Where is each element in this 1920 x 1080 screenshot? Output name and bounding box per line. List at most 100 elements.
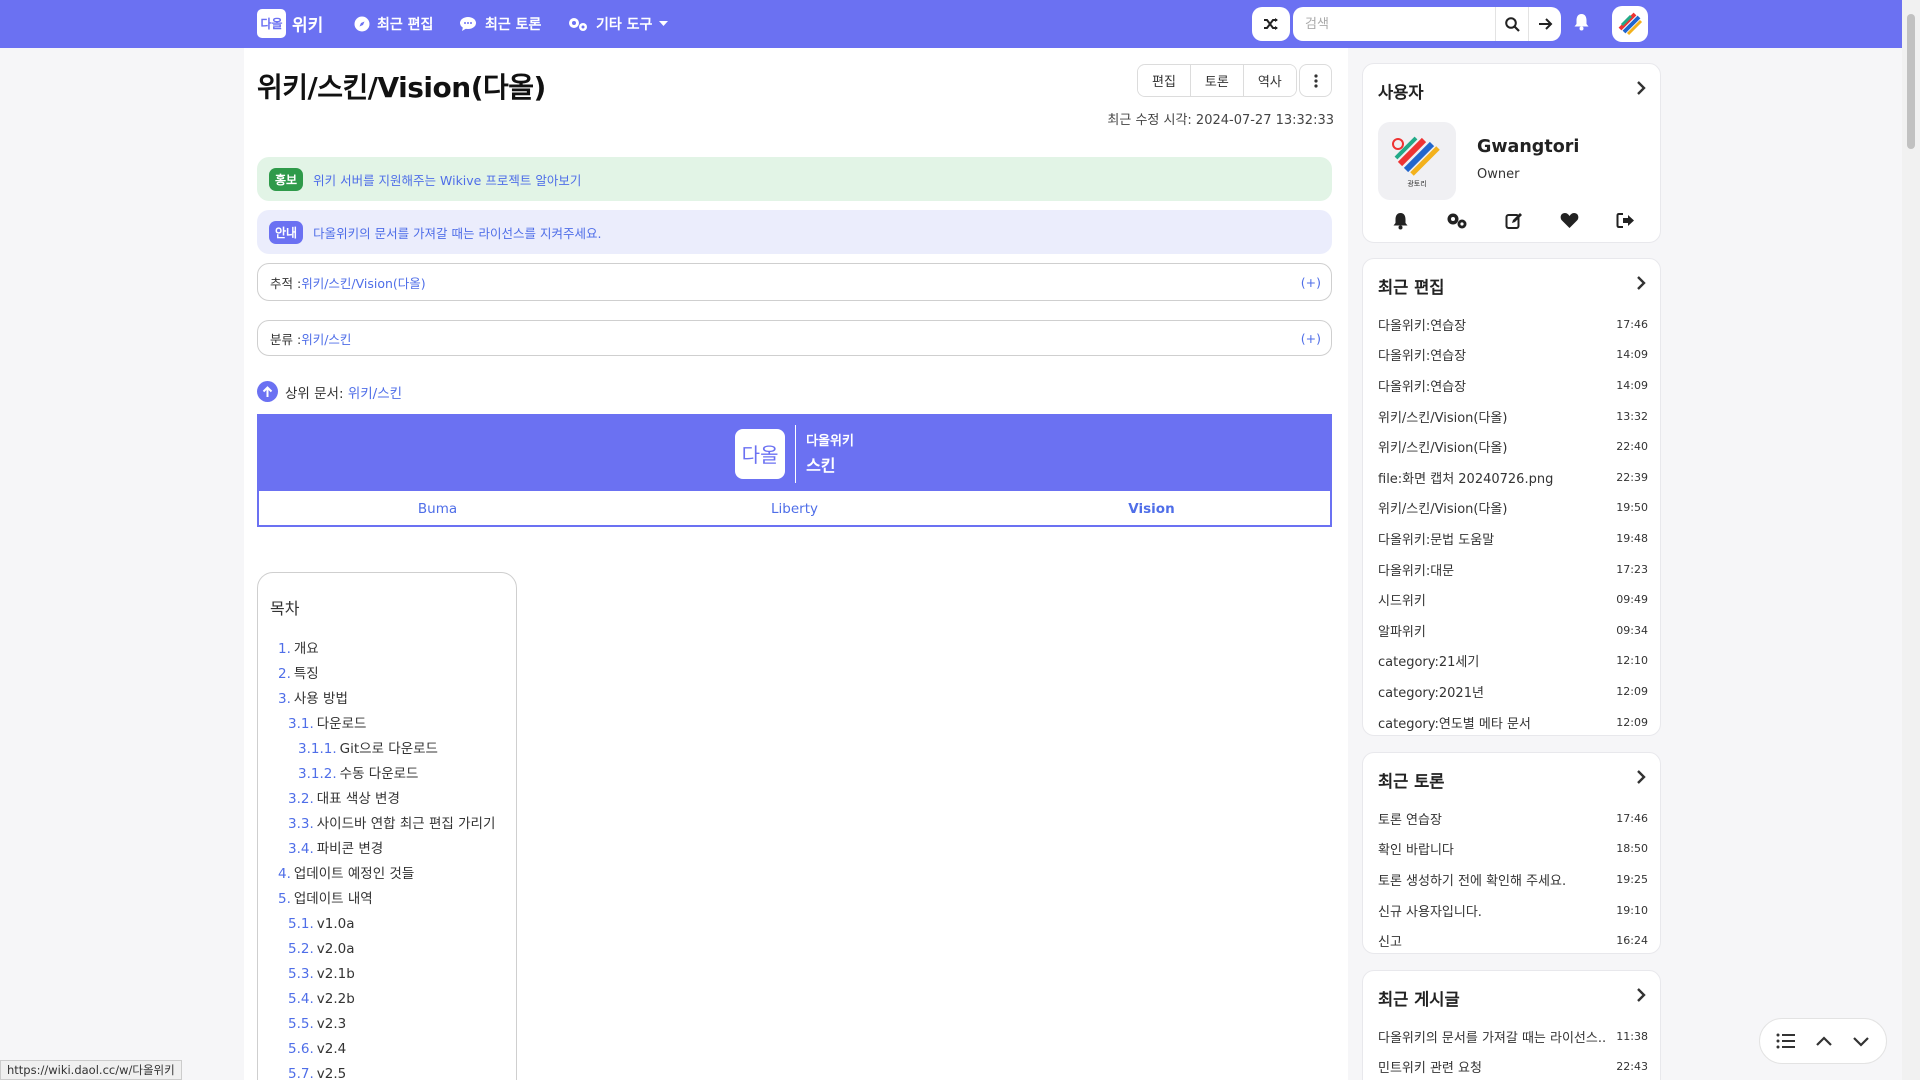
recent-change-item-title[interactable]: 위키/스킨/Vision(다올): [1378, 498, 1507, 517]
toc-item[interactable]: 3.1.2. 수동 다운로드: [270, 762, 504, 787]
chevron-right-icon[interactable]: [1636, 275, 1646, 291]
toc-item-number[interactable]: 5.3.: [288, 966, 314, 982]
toc-item[interactable]: 3. 사용 방법: [270, 687, 504, 712]
promo-link[interactable]: 위키 서버를 지원해주는 Wikive 프로젝트 알아보기: [313, 170, 581, 189]
user-name[interactable]: Gwangtori: [1477, 137, 1579, 157]
recent-discuss-item-title[interactable]: 토론 연습장: [1378, 809, 1442, 828]
toc-item[interactable]: 5.5. v2.3: [270, 1012, 504, 1037]
recent-change-item-title[interactable]: 다올위키:문법 도움말: [1378, 529, 1494, 548]
recent-discuss-item-title[interactable]: 토론 생성하기 전에 확인해 주세요.: [1378, 870, 1566, 889]
recent-change-item-title[interactable]: file:화면 캡처 20240726.png: [1378, 468, 1553, 487]
toc-item-number[interactable]: 3.1.1.: [298, 741, 337, 757]
recent-change-item-title[interactable]: 위키/스킨/Vision(다올): [1378, 437, 1507, 456]
toc-item-number[interactable]: 3.4.: [288, 841, 314, 857]
toc-item[interactable]: 3.4. 파비콘 변경: [270, 837, 504, 862]
toc-item-number[interactable]: 5.7.: [288, 1066, 314, 1080]
recent-change-item[interactable]: 위키/스킨/Vision(다올) 19:50: [1378, 493, 1648, 524]
recent-change-item-title[interactable]: category:연도별 메타 문서: [1378, 713, 1531, 732]
recent-change-item[interactable]: 위키/스킨/Vision(다올) 22:40: [1378, 431, 1648, 462]
toc-item-number[interactable]: 5.6.: [288, 1041, 314, 1057]
toc-item[interactable]: 5. 업데이트 내역: [270, 887, 504, 912]
toc-item-number[interactable]: 3.2.: [288, 791, 314, 807]
toc-item[interactable]: 3.1.1. Git으로 다운로드: [270, 737, 504, 762]
go-button[interactable]: [1528, 7, 1561, 41]
skin-link-liberty[interactable]: Liberty: [616, 491, 973, 527]
recent-change-item[interactable]: 시드위키 09:49: [1378, 584, 1648, 615]
recent-change-item[interactable]: 다올위키:연습장 14:09: [1378, 370, 1648, 401]
recent-change-item-title[interactable]: 위키/스킨/Vision(다올): [1378, 407, 1507, 426]
toc-item[interactable]: 5.6. v2.4: [270, 1037, 504, 1062]
more-options-button[interactable]: [1299, 64, 1332, 97]
toc-item[interactable]: 5.4. v2.2b: [270, 987, 504, 1012]
toc-item-number[interactable]: 5.4.: [288, 991, 314, 1007]
history-button[interactable]: 역사: [1243, 65, 1296, 96]
random-page-button[interactable]: [1252, 7, 1290, 41]
toc-item-number[interactable]: 5.: [278, 891, 291, 907]
toc-item-number[interactable]: 3.1.2.: [298, 766, 337, 782]
recent-discuss-item-title[interactable]: 신고: [1378, 931, 1402, 950]
bell-icon[interactable]: [1392, 212, 1409, 230]
recent-post-item-title[interactable]: 민트위키 관련 요청: [1378, 1057, 1482, 1076]
chevron-down-icon[interactable]: [1852, 1036, 1870, 1047]
recent-change-item-title[interactable]: 다올위키:연습장: [1378, 315, 1466, 334]
scrollbar-thumb[interactable]: [1907, 14, 1915, 149]
recent-change-item[interactable]: 다올위키:대문 17:23: [1378, 554, 1648, 585]
user-avatar[interactable]: 광토리: [1378, 122, 1456, 200]
nav-recent-changes[interactable]: 최근 편집: [354, 14, 433, 34]
nav-tools-dropdown[interactable]: 기타 도구: [567, 14, 669, 34]
recent-discuss-item[interactable]: 확인 바랍니다 18:50: [1378, 834, 1648, 865]
toc-item-number[interactable]: 5.2.: [288, 941, 314, 957]
recent-change-item-title[interactable]: 시드위키: [1378, 590, 1426, 609]
chevron-up-icon[interactable]: [1815, 1035, 1833, 1047]
toc-item-number[interactable]: 1.: [278, 641, 291, 657]
toc-item-number[interactable]: 5.5.: [288, 1016, 314, 1032]
toc-item[interactable]: 5.3. v2.1b: [270, 962, 504, 987]
toc-item[interactable]: 3.1. 다운로드: [270, 712, 504, 737]
license-link[interactable]: 다올위키의 문서를 가져갈 때는 라이선스를 지켜주세요.: [313, 223, 601, 242]
search-button[interactable]: [1495, 7, 1528, 41]
recent-discuss-item-title[interactable]: 확인 바랍니다: [1378, 839, 1454, 858]
recent-post-item[interactable]: 다올위키의 문서를 가져갈 때는 라이선스... 11:38: [1378, 1021, 1648, 1052]
recent-change-item-title[interactable]: 다올위키:대문: [1378, 560, 1454, 579]
recent-change-item[interactable]: category:연도별 메타 문서 12:09: [1378, 707, 1648, 738]
recent-change-item[interactable]: 다올위키:연습장 17:46: [1378, 309, 1648, 340]
recent-discuss-item[interactable]: 신고 16:24: [1378, 925, 1648, 956]
recent-change-item-title[interactable]: 다올위키:연습장: [1378, 345, 1466, 364]
chevron-right-icon[interactable]: [1636, 80, 1646, 96]
toc-item-number[interactable]: 3.3.: [288, 816, 314, 832]
recent-change-item[interactable]: category:2021년 12:09: [1378, 676, 1648, 707]
recent-discuss-item[interactable]: 신규 사용자입니다. 19:10: [1378, 895, 1648, 926]
edit-button[interactable]: 편집: [1138, 65, 1191, 96]
toc-item[interactable]: 3.3. 사이드바 연합 최근 편집 가리기: [270, 812, 504, 837]
search-input[interactable]: [1293, 7, 1495, 41]
site-logo[interactable]: 다올 위키: [257, 9, 323, 38]
chevron-right-icon[interactable]: [1636, 987, 1646, 1003]
recent-change-item-title[interactable]: category:21세기: [1378, 651, 1479, 670]
recent-change-item[interactable]: 위키/스킨/Vision(다올) 13:32: [1378, 401, 1648, 432]
skin-link-vision[interactable]: Vision: [973, 491, 1330, 527]
gears-icon[interactable]: [1446, 212, 1468, 230]
toc-item[interactable]: 5.1. v1.0a: [270, 912, 504, 937]
toc-item[interactable]: 5.2. v2.0a: [270, 937, 504, 962]
recent-change-item-title[interactable]: 알파위키: [1378, 621, 1426, 640]
toc-item[interactable]: 4. 업데이트 예정인 것들: [270, 862, 504, 887]
logout-icon[interactable]: [1616, 212, 1635, 229]
parent-link[interactable]: 위키/스킨: [348, 386, 402, 402]
recent-change-item[interactable]: file:화면 캡처 20240726.png 22:39: [1378, 462, 1648, 493]
category-expand-button[interactable]: (+): [1301, 331, 1321, 346]
user-avatar-button[interactable]: [1612, 6, 1648, 42]
recent-change-item[interactable]: 다올위키:문법 도움말 19:48: [1378, 523, 1648, 554]
notification-button[interactable]: [1573, 13, 1590, 35]
recent-discuss-item[interactable]: 토론 생성하기 전에 확인해 주세요. 19:25: [1378, 864, 1648, 895]
toc-item-number[interactable]: 3.: [278, 691, 291, 707]
category-link[interactable]: 위키/스킨: [301, 329, 351, 348]
recent-discuss-item-title[interactable]: 신규 사용자입니다.: [1378, 901, 1482, 920]
recent-post-item[interactable]: 민트위키 관련 요청 22:43: [1378, 1052, 1648, 1080]
recent-change-item[interactable]: 알파위키 09:34: [1378, 615, 1648, 646]
recent-post-item-title[interactable]: 다올위키의 문서를 가져갈 때는 라이선스...: [1378, 1027, 1606, 1046]
trace-link[interactable]: 위키/스킨/Vision(다올): [301, 273, 425, 292]
recent-change-item[interactable]: category:21세기 12:10: [1378, 646, 1648, 677]
recent-discuss-item[interactable]: 토론 연습장 17:46: [1378, 803, 1648, 834]
toc-item[interactable]: 3.2. 대표 색상 변경: [270, 787, 504, 812]
toc-item-number[interactable]: 2.: [278, 666, 291, 682]
